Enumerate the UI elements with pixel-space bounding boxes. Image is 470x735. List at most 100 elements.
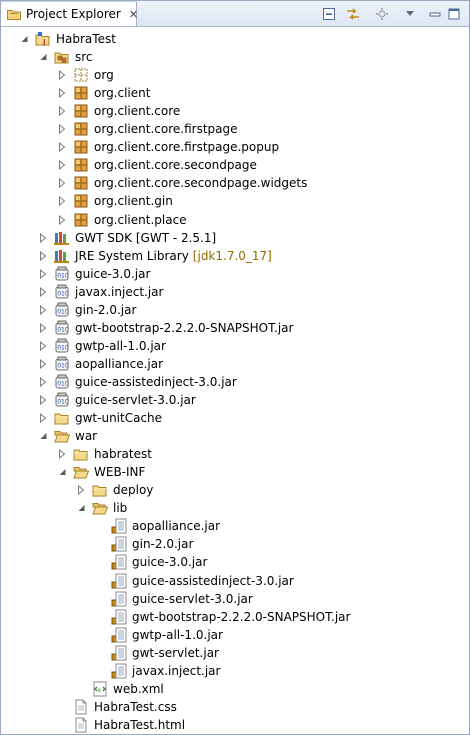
tree-item[interactable]: guice-servlet-3.0.jar — [95, 590, 253, 608]
collapsed-twisty-icon[interactable] — [38, 250, 48, 261]
collapsed-twisty-icon[interactable] — [38, 340, 48, 351]
tree-item-label: gwtp-all-1.0.jar — [75, 338, 166, 353]
tree-item-label: org.client.gin — [94, 194, 173, 209]
tree-item-label: lib — [113, 501, 128, 516]
view-toolbar: Project Explorer ✕ — [1, 1, 469, 27]
filters-icon[interactable] — [373, 6, 391, 22]
expanded-twisty-icon[interactable] — [38, 52, 48, 62]
expanded-twisty-icon[interactable] — [76, 503, 86, 513]
tree-item-label: aopalliance.jar — [75, 356, 164, 371]
view-menu-icon[interactable] — [403, 6, 417, 22]
tree-item[interactable]: 010 guice-assistedinject-3.0.jar — [38, 373, 237, 391]
collapsed-twisty-icon[interactable] — [38, 286, 48, 297]
svg-text:x: x — [98, 687, 102, 694]
tree-item[interactable]: gwtp-all-1.0.jar — [95, 626, 223, 644]
tree-item[interactable]: gwt-unitCache — [38, 409, 162, 427]
tree-item-label: javax.inject.jar — [75, 284, 164, 299]
jar-file-icon — [111, 663, 127, 679]
collapsed-twisty-icon[interactable] — [38, 395, 48, 405]
tree-item[interactable]: guice-assistedinject-3.0.jar — [95, 572, 294, 590]
link-with-editor-icon[interactable] — [344, 6, 362, 22]
tree-item[interactable]: 010 aopalliance.jar — [38, 355, 163, 373]
tree-item[interactable]: x web.xml — [76, 680, 164, 698]
collapsed-twisty-icon[interactable] — [38, 413, 48, 424]
collapsed-twisty-icon[interactable] — [57, 449, 67, 460]
tree-item[interactable]: habratest — [57, 445, 152, 463]
collapsed-twisty-icon[interactable] — [38, 376, 48, 387]
collapsed-twisty-icon[interactable] — [76, 485, 86, 496]
project-explorer-view: Project Explorer ✕ J HabraTest src org o… — [0, 0, 470, 735]
tree-item[interactable]: 010 gwtp-all-1.0.jar — [38, 337, 166, 355]
collapsed-twisty-icon[interactable] — [38, 304, 48, 315]
collapsed-twisty-icon[interactable] — [57, 196, 67, 207]
tree-item[interactable]: org.client.core.firstpage — [57, 120, 238, 138]
tree-item[interactable]: org.client — [57, 84, 150, 102]
tree-item[interactable]: org.client.core.secondpage — [57, 156, 257, 174]
collapsed-twisty-icon[interactable] — [57, 142, 67, 153]
expanded-twisty-icon[interactable] — [38, 431, 48, 441]
folder-open-icon — [54, 428, 70, 444]
tree-item[interactable]: WEB-INF — [57, 463, 145, 481]
tree-item[interactable]: war — [38, 427, 97, 445]
tree-item[interactable]: GWT SDK [GWT - 2.5.1] — [38, 229, 216, 247]
tree-item[interactable]: 010 javax.inject.jar — [38, 283, 163, 301]
project-icon: J — [35, 31, 51, 47]
tree-item[interactable]: javax.inject.jar — [95, 662, 220, 680]
collapsed-twisty-icon[interactable] — [38, 268, 48, 279]
collapsed-twisty-icon[interactable] — [38, 232, 48, 243]
collapsed-twisty-icon[interactable] — [38, 322, 48, 333]
collapse-all-icon[interactable] — [321, 6, 337, 22]
collapsed-twisty-icon[interactable] — [57, 178, 67, 189]
minimize-icon[interactable] — [428, 6, 442, 22]
maximize-icon[interactable] — [447, 6, 461, 22]
tree-item[interactable]: HabraTest.css — [57, 698, 177, 716]
tree-item[interactable]: gwt-servlet.jar — [95, 644, 219, 662]
collapsed-twisty-icon[interactable] — [57, 160, 67, 171]
tree-item[interactable]: gin-2.0.jar — [95, 535, 193, 553]
expanded-twisty-icon[interactable] — [19, 34, 29, 44]
tree-item[interactable]: org.client.core.secondpage.widgets — [57, 174, 307, 192]
tree-item[interactable]: deploy — [76, 481, 153, 499]
tree-item[interactable]: org.client.core — [57, 102, 180, 120]
tree-item[interactable]: org.client.gin — [57, 192, 173, 210]
jar-file-icon — [111, 645, 127, 661]
tree-item[interactable]: lib — [76, 499, 127, 517]
collapsed-twisty-icon[interactable] — [57, 88, 67, 99]
tree-item[interactable]: guice-3.0.jar — [95, 553, 207, 571]
tree-item[interactable]: 010 gin-2.0.jar — [38, 301, 136, 319]
jar-file-icon — [111, 627, 127, 643]
tree-item[interactable]: 010 gwt-bootstrap-2.2.2.0-SNAPSHOT.jar — [38, 319, 293, 337]
tree-item[interactable]: aopalliance.jar — [95, 517, 220, 535]
tree-item[interactable]: 010 guice-3.0.jar — [38, 265, 150, 283]
tree-item[interactable]: gwt-bootstrap-2.2.2.0-SNAPSHOT.jar — [95, 608, 350, 626]
jar-file-icon — [111, 591, 127, 607]
tree-item[interactable]: JRE System Library [jdk1.7.0_17] — [38, 247, 272, 265]
collapsed-twisty-icon[interactable] — [57, 214, 67, 225]
tree-item-label: HabraTest.html — [94, 717, 186, 732]
library-icon — [54, 230, 70, 246]
tree-item[interactable]: 010 guice-servlet-3.0.jar — [38, 391, 196, 409]
tab-project-explorer[interactable]: Project Explorer ✕ — [1, 1, 138, 26]
jar-file-icon — [111, 518, 127, 534]
tree-item[interactable]: src — [38, 48, 93, 66]
tree-item[interactable]: org.client.core.firstpage.popup — [57, 138, 279, 156]
tree-item-label: aopalliance.jar — [132, 519, 221, 534]
collapsed-twisty-icon[interactable] — [57, 106, 67, 117]
close-icon[interactable]: ✕ — [129, 8, 138, 21]
tree-item[interactable]: org.client.place — [57, 211, 187, 229]
collapsed-twisty-icon[interactable] — [38, 358, 48, 369]
tree-item[interactable]: org — [57, 66, 114, 84]
collapsed-twisty-icon[interactable] — [57, 70, 67, 81]
tree-item[interactable]: J HabraTest — [19, 30, 116, 48]
collapsed-twisty-icon[interactable] — [57, 124, 67, 135]
expanded-twisty-icon[interactable] — [57, 467, 67, 477]
tree-item[interactable]: HabraTest.html — [57, 716, 185, 734]
tree-item-label: org.client — [94, 86, 151, 101]
tree-item-label: guice-3.0.jar — [75, 266, 151, 281]
